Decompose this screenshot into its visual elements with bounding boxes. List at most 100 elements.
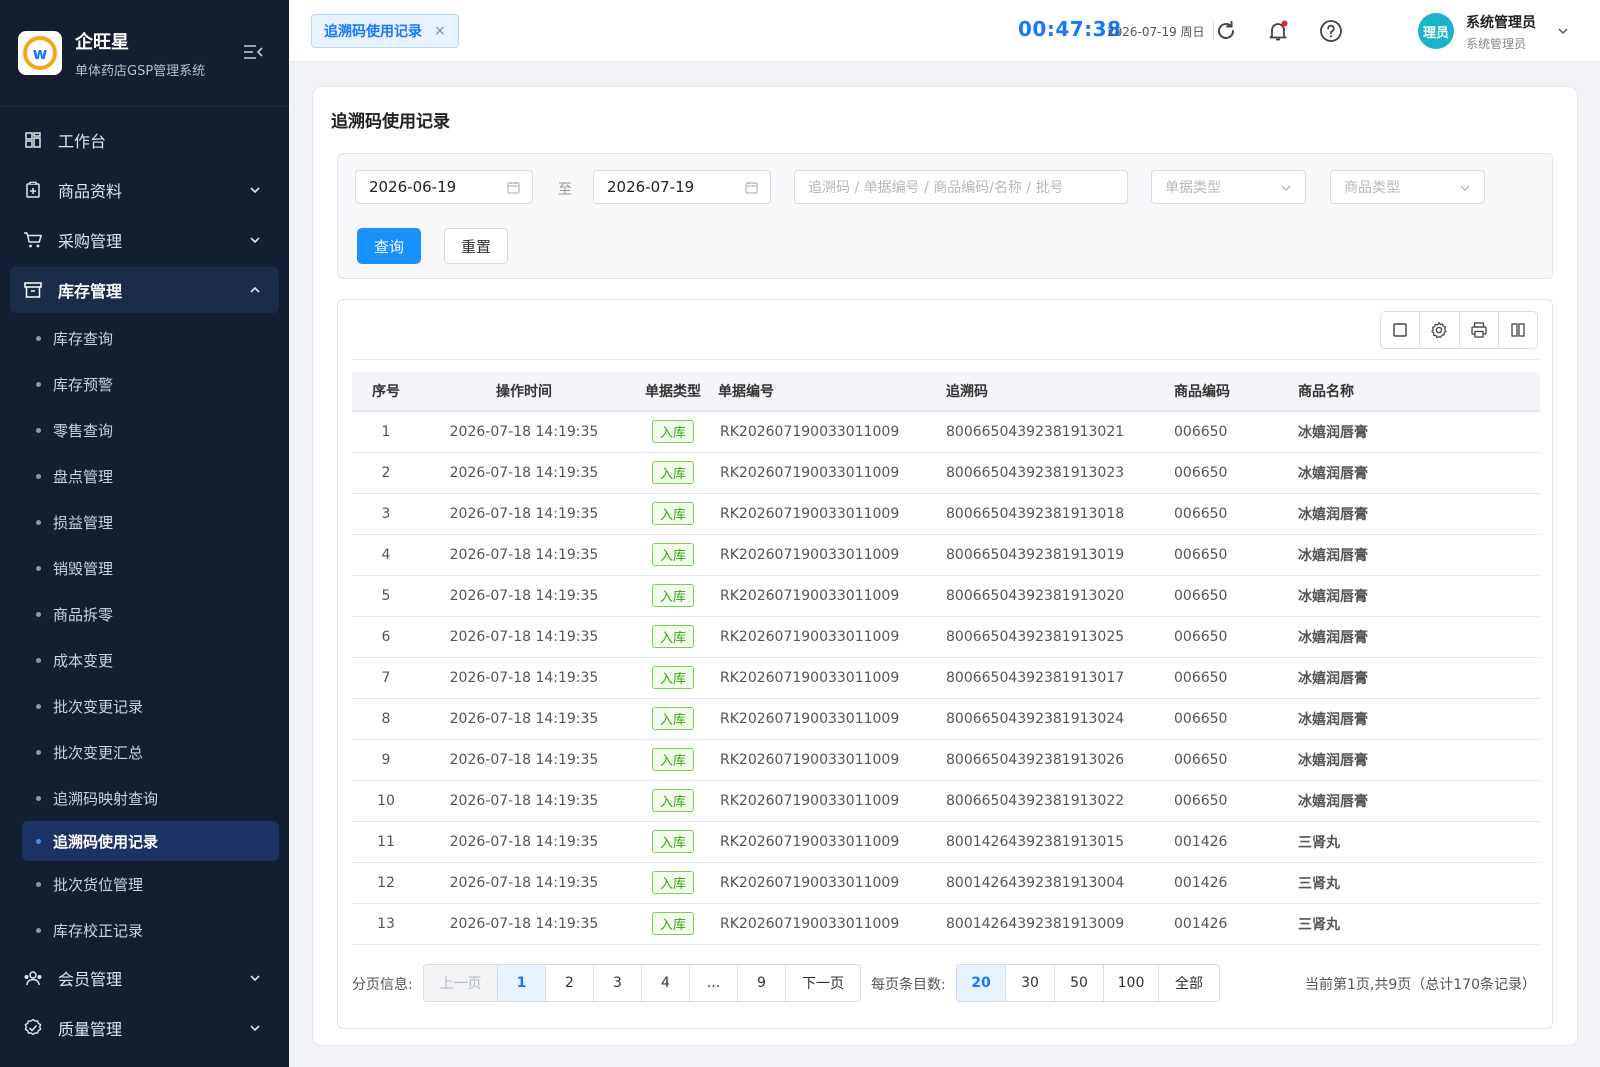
bullet-dot-icon (36, 519, 41, 525)
page-size-option[interactable]: 全部 (1159, 965, 1219, 1001)
tab-trace-usage[interactable]: 追溯码使用记录 × (311, 14, 459, 48)
page-size-option[interactable]: 100 (1104, 965, 1159, 1001)
table-row[interactable]: 10 2026-07-18 14:19:35 入库 RK202607190033011… (352, 780, 1540, 822)
prev-page-button[interactable]: 上一页 (424, 965, 498, 1001)
cell-index: 8 (352, 698, 420, 740)
collapse-menu-icon[interactable] (243, 44, 263, 60)
sidebar-subitem-10[interactable]: 追溯码映射查询 (0, 775, 289, 821)
sidebar-item-1[interactable]: 商品资料 (0, 165, 289, 215)
user-name[interactable]: 系统管理员 (1466, 12, 1536, 32)
sidebar-subitem-11[interactable]: 追溯码使用记录 (22, 821, 279, 861)
table-row[interactable]: 9 2026-07-18 14:19:35 入库 RK2026071900330110… (352, 739, 1540, 781)
page-size-option[interactable]: 20 (957, 965, 1006, 1001)
dashboard-icon (22, 129, 44, 151)
table-row[interactable]: 1 2026-07-18 14:19:35 入库 RK2026071900330110… (352, 411, 1540, 453)
col-header-index[interactable]: 序号 (352, 372, 420, 412)
table-row[interactable]: 11 2026-07-18 14:19:35 入库 RK202607190033011… (352, 821, 1540, 863)
close-tab-icon[interactable]: × (434, 23, 446, 39)
trace-usage-table: 序号 操作时间 单据类型 单据编号 追溯码 商品编码 商品名称 1 2026-07… (352, 372, 1540, 945)
table-row[interactable]: 4 2026-07-18 14:19:35 入库 RK2026071900330110… (352, 534, 1540, 576)
sidebar-subitem-13[interactable]: 库存校正记录 (0, 907, 289, 953)
bullet-dot-icon (36, 335, 41, 341)
sidebar-bottom-item-1[interactable]: 质量管理 (0, 1003, 289, 1053)
sidebar-subitem-6[interactable]: 商品拆零 (0, 591, 289, 637)
quality-icon (22, 1017, 44, 1039)
sidebar-subitem-8[interactable]: 批次变更记录 (0, 683, 289, 729)
col-header-doc-no[interactable]: 单据编号 (718, 372, 942, 412)
cell-index: 4 (352, 534, 420, 576)
start-date-input[interactable]: 2026-06-19 (355, 170, 533, 204)
col-header-product-code[interactable]: 商品编码 (1168, 372, 1290, 412)
fullscreen-button[interactable] (1381, 312, 1421, 348)
sidebar-subitem-0[interactable]: 库存查询 (0, 315, 289, 361)
cell-doc-type: 入库 (628, 411, 718, 453)
sidebar-subitem-4[interactable]: 损益管理 (0, 499, 289, 545)
col-header-doc-type[interactable]: 单据类型 (628, 372, 718, 412)
bullet-dot-icon (36, 927, 41, 933)
page-button[interactable]: 3 (594, 965, 642, 1001)
query-button[interactable]: 查询 (357, 228, 421, 264)
page-button[interactable]: 1 (498, 965, 546, 1001)
doc-type-tag: 入库 (651, 666, 694, 689)
sidebar-subitem-3[interactable]: 盘点管理 (0, 453, 289, 499)
col-header-time[interactable]: 操作时间 (420, 372, 628, 412)
cell-doc-no: RK202607190033011009 (718, 575, 942, 617)
cell-doc-no: RK202607190033011009 (718, 493, 942, 535)
table-row[interactable]: 12 2026-07-18 14:19:35 入库 RK202607190033011… (352, 862, 1540, 904)
bullet-dot-icon (36, 749, 41, 755)
sidebar-item-0[interactable]: 工作台 (0, 115, 289, 165)
help-icon[interactable] (1319, 19, 1343, 43)
notification-bell-icon[interactable] (1266, 19, 1290, 43)
product-type-select[interactable]: 商品类型 (1330, 170, 1485, 204)
cell-doc-no: RK202607190033011009 (718, 903, 942, 945)
sidebar-bottom-item-0[interactable]: 会员管理 (0, 953, 289, 1003)
cell-trace-code: 80066504392381913019 (942, 534, 1168, 576)
page-buttons: 上一页 1 2 3 4... 9 下一页 (423, 964, 861, 1002)
gear-icon (1431, 321, 1447, 339)
sidebar-subitem-12[interactable]: 批次货位管理 (0, 861, 289, 907)
end-date-input[interactable]: 2026-07-19 (593, 170, 771, 204)
table-row[interactable]: 7 2026-07-18 14:19:35 入库 RK2026071900330110… (352, 657, 1540, 699)
sidebar-subitem-9[interactable]: 批次变更汇总 (0, 729, 289, 775)
page-button[interactable]: 2 (546, 965, 594, 1001)
search-input[interactable]: 追溯码 / 单据编号 / 商品编码/名称 / 批号 (794, 170, 1128, 204)
settings-button[interactable] (1420, 312, 1460, 348)
table-row[interactable]: 5 2026-07-18 14:19:35 入库 RK2026071900330110… (352, 575, 1540, 617)
cell-product-code: 006650 (1168, 411, 1290, 453)
cell-index: 3 (352, 493, 420, 535)
avatar[interactable]: 理员 (1418, 13, 1454, 49)
doc-type-select[interactable]: 单据类型 (1151, 170, 1306, 204)
page-size-option[interactable]: 30 (1006, 965, 1055, 1001)
sidebar-subitem-2[interactable]: 零售查询 (0, 407, 289, 453)
sidebar-item-2[interactable]: 采购管理 (0, 215, 289, 265)
bullet-dot-icon (36, 703, 41, 709)
page-button[interactable]: ... (690, 965, 738, 1001)
reset-button[interactable]: 重置 (444, 228, 508, 264)
refresh-icon[interactable] (1214, 19, 1238, 43)
sidebar-menu: 工作台 商品资料 采购管理 库存管理 库存查询 库存预警 零售查询 盘点管理 损益管理 销毁管理商… (0, 107, 289, 1053)
page-size-option[interactable]: 50 (1055, 965, 1104, 1001)
table-row[interactable]: 6 2026-07-18 14:19:35 入库 RK2026071900330110… (352, 616, 1540, 658)
app-subtitle: 单体药店GSP管理系统 (75, 63, 206, 79)
page-button[interactable]: 4 (642, 965, 690, 1001)
col-header-product-name[interactable]: 商品名称 (1290, 372, 1540, 412)
page-size-label: 每页条目数: (871, 977, 946, 993)
table-row[interactable]: 8 2026-07-18 14:19:35 入库 RK2026071900330110… (352, 698, 1540, 740)
sidebar-item-3[interactable]: 库存管理 (10, 267, 279, 313)
next-page-button[interactable]: 下一页 (786, 965, 860, 1001)
col-header-trace-code[interactable]: 追溯码 (942, 372, 1168, 412)
page-button[interactable]: 9 (738, 965, 786, 1001)
sidebar-subitem-7[interactable]: 成本变更 (0, 637, 289, 683)
cell-doc-type: 入库 (628, 698, 718, 740)
table-row[interactable]: 2 2026-07-18 14:19:35 入库 RK2026071900330110… (352, 452, 1540, 494)
print-button[interactable] (1460, 312, 1499, 348)
table-row[interactable]: 13 2026-07-18 14:19:35 入库 RK202607190033011… (352, 903, 1540, 945)
table-row[interactable]: 3 2026-07-18 14:19:35 入库 RK2026071900330110… (352, 493, 1540, 535)
sidebar-subitem-5[interactable]: 销毁管理 (0, 545, 289, 591)
sidebar-subitem-1[interactable]: 库存预警 (0, 361, 289, 407)
columns-button[interactable] (1499, 312, 1537, 348)
cell-trace-code: 80014264392381913015 (942, 821, 1168, 863)
cell-time: 2026-07-18 14:19:35 (420, 411, 628, 453)
chevron-down-icon[interactable] (1557, 25, 1569, 37)
cell-product-name: 三肾丸 (1290, 821, 1540, 863)
